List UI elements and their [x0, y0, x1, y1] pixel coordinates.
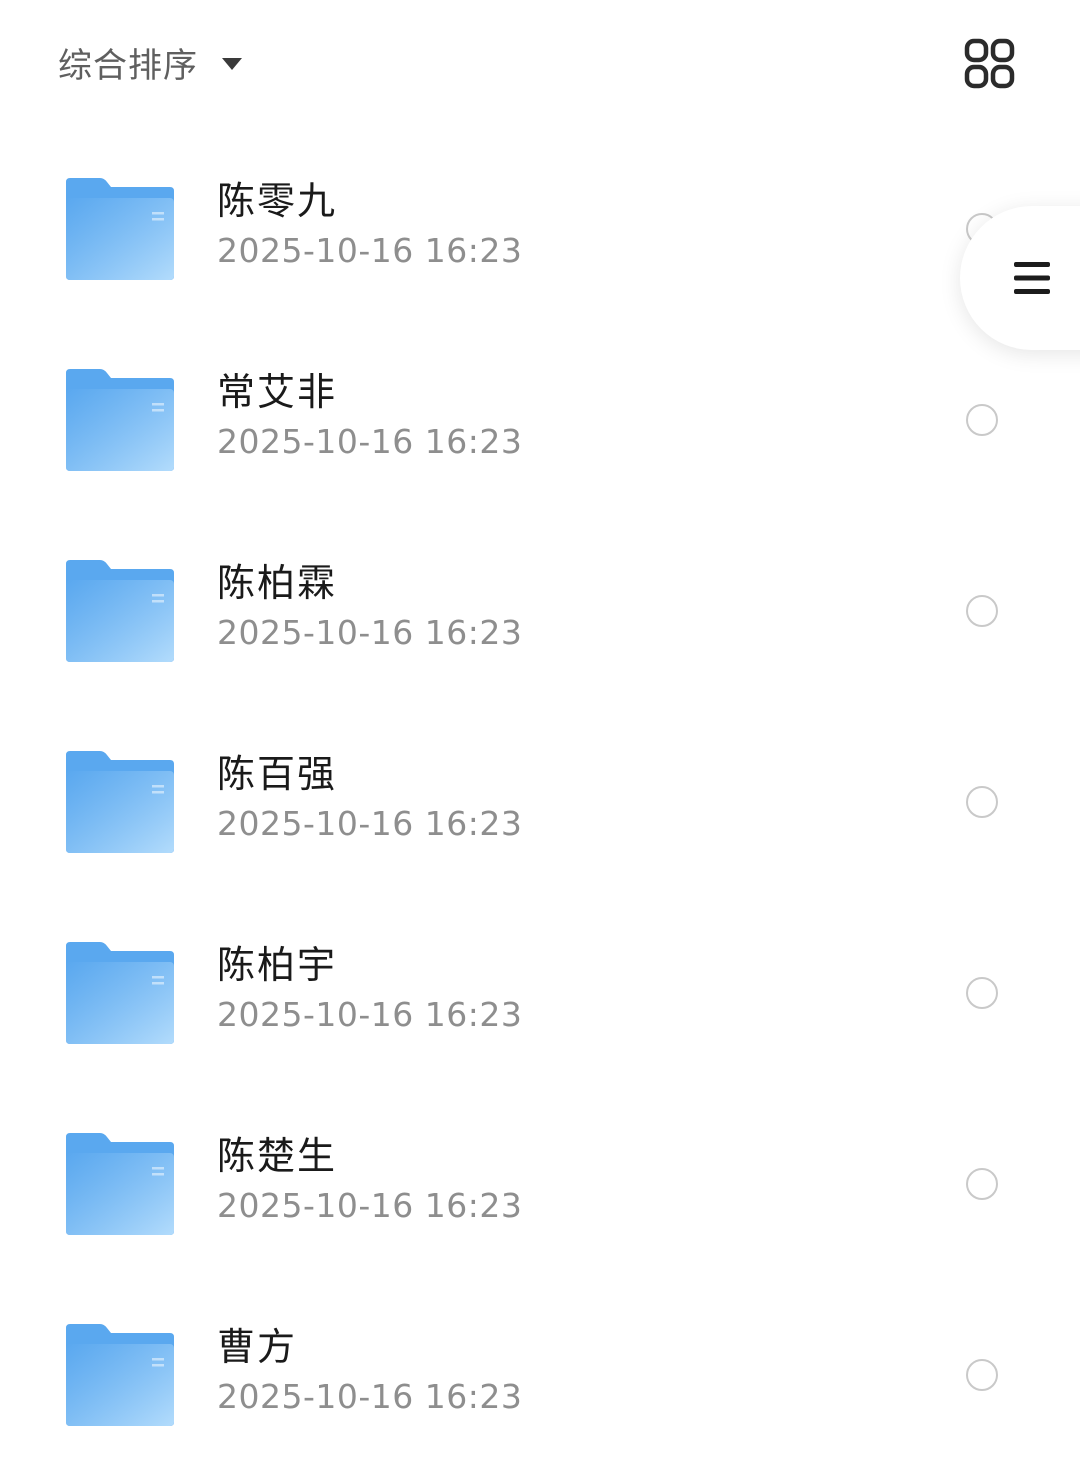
caret-down-icon	[222, 58, 242, 70]
folder-icon	[64, 1133, 176, 1235]
file-date: 2025-10-16 16:23	[217, 231, 523, 270]
file-name: 陈零九	[217, 179, 338, 223]
file-date: 2025-10-16 16:23	[217, 1377, 523, 1416]
list-item[interactable]: 陈柏霖 2025-10-16 16:23	[0, 522, 1080, 713]
file-date: 2025-10-16 16:23	[217, 422, 523, 461]
folder-icon	[64, 178, 176, 280]
file-name: 陈柏霖	[217, 561, 338, 605]
file-date: 2025-10-16 16:23	[217, 995, 523, 1034]
folder-icon	[64, 369, 176, 471]
file-date: 2025-10-16 16:23	[217, 804, 523, 843]
file-name: 常艾非	[217, 370, 338, 414]
list-item[interactable]: 常艾非 2025-10-16 16:23	[0, 331, 1080, 522]
folder-icon	[64, 942, 176, 1044]
sort-label: 综合排序	[58, 45, 198, 86]
grid-view-icon[interactable]	[962, 36, 1018, 92]
file-name: 曹方	[217, 1325, 298, 1369]
file-list-panel: 综合排序 陈零九 2025-10-16 16:23 常艾非 2025-10-16…	[0, 0, 1080, 1482]
list-item[interactable]: 陈零九 2025-10-16 16:23	[0, 140, 1080, 331]
list-item[interactable]: 曹方 2025-10-16 16:23	[0, 1286, 1080, 1477]
select-radio[interactable]	[966, 1359, 998, 1391]
file-name: 陈楚生	[217, 1134, 338, 1178]
file-date: 2025-10-16 16:23	[217, 1186, 523, 1225]
folder-icon	[64, 560, 176, 662]
select-radio[interactable]	[966, 977, 998, 1009]
sort-dropdown[interactable]: 综合排序	[58, 36, 242, 88]
list-item[interactable]: 陈百强 2025-10-16 16:23	[0, 713, 1080, 904]
toolbar: 综合排序	[0, 0, 1080, 125]
select-radio[interactable]	[966, 595, 998, 627]
folder-icon	[64, 1324, 176, 1426]
list-item[interactable]: 陈柏宇 2025-10-16 16:23	[0, 904, 1080, 1095]
folder-icon	[64, 751, 176, 853]
select-radio[interactable]	[966, 1168, 998, 1200]
file-name: 陈百强	[217, 752, 338, 796]
file-name: 陈柏宇	[217, 943, 338, 987]
select-radio[interactable]	[966, 786, 998, 818]
file-date: 2025-10-16 16:23	[217, 613, 523, 652]
list-item[interactable]: 陈楚生 2025-10-16 16:23	[0, 1095, 1080, 1286]
select-radio[interactable]	[966, 404, 998, 436]
menu-icon	[1014, 262, 1050, 294]
